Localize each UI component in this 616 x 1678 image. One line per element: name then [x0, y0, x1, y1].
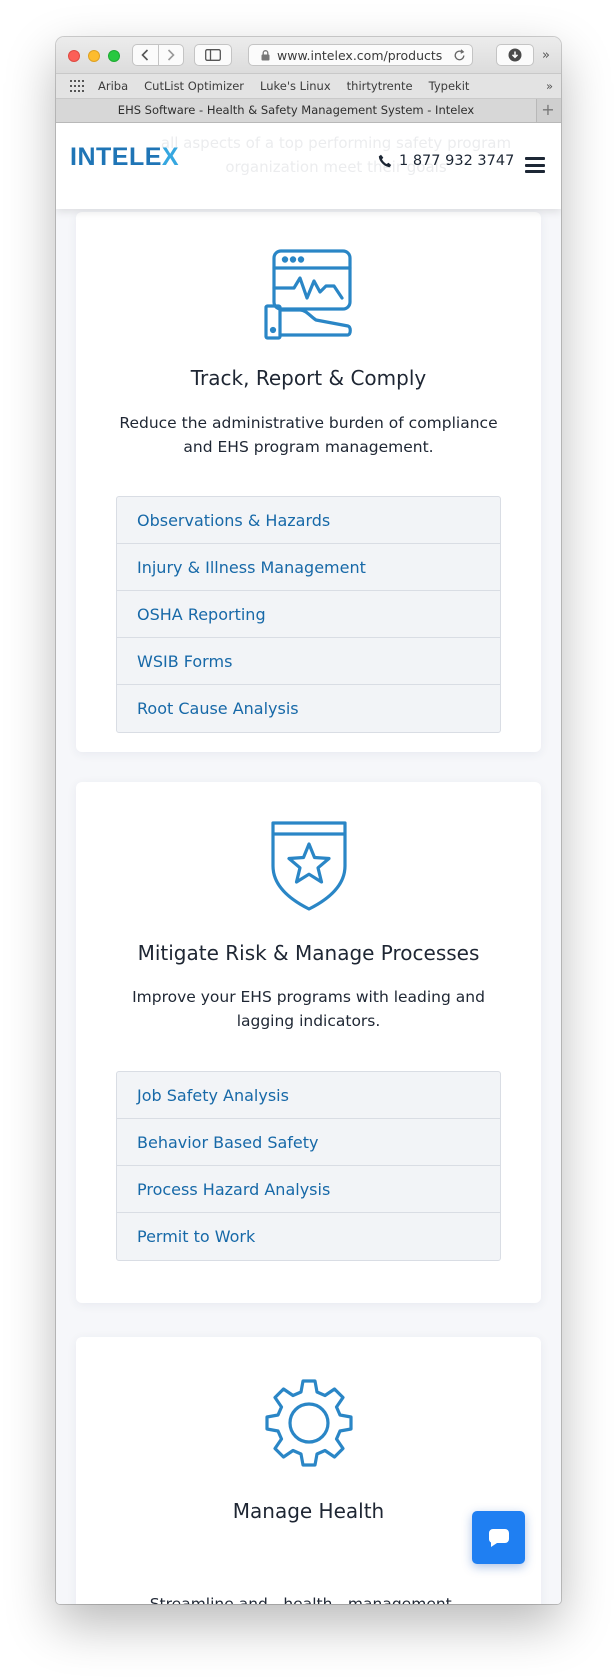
url-text: www.intelex.com/products [277, 47, 443, 63]
card-icon-wrap [76, 820, 541, 912]
menu-button[interactable] [525, 157, 545, 173]
chevron-left-icon [141, 49, 149, 61]
link-permit-to-work[interactable]: Permit to Work [117, 1213, 500, 1260]
phone-icon [378, 154, 392, 168]
link-job-safety-analysis[interactable]: Job Safety Analysis [117, 1072, 500, 1119]
browser-toolbar: www.intelex.com/products » [56, 37, 561, 74]
chat-button[interactable] [472, 1511, 525, 1564]
reload-icon[interactable] [453, 49, 466, 62]
card-link-list: Job Safety Analysis Behavior Based Safet… [116, 1071, 501, 1261]
address-bar[interactable]: www.intelex.com/products [248, 44, 473, 66]
link-wsib-forms[interactable]: WSIB Forms [117, 638, 500, 685]
phone-link[interactable]: 1 877 932 3747 [378, 153, 514, 169]
sidebar-icon [205, 49, 221, 61]
bookmark-lukes-linux[interactable]: Luke's Linux [260, 79, 331, 93]
lock-icon [261, 50, 270, 61]
toolbar-overflow-button[interactable]: » [542, 48, 550, 63]
card-description-partial: Streamline and…health…management… [149, 1595, 468, 1604]
chat-bubble-icon [488, 1528, 509, 1547]
card-manage-health: Manage Health [76, 1337, 541, 1604]
link-process-hazard-analysis[interactable]: Process Hazard Analysis [117, 1166, 500, 1213]
downloads-button[interactable] [496, 44, 534, 66]
card-description: Reduce the administrative burden of comp… [119, 414, 498, 456]
logo-accent: X [161, 143, 180, 171]
apps-grid-icon[interactable] [70, 80, 86, 92]
bookmarks-overflow-button[interactable]: » [546, 79, 553, 93]
bookmarks-bar: Ariba CutList Optimizer Luke's Linux thi… [56, 74, 561, 99]
bookmark-thirtytrente[interactable]: thirtytrente [347, 79, 413, 93]
chevron-right-icon [167, 49, 175, 61]
link-root-cause-analysis[interactable]: Root Cause Analysis [117, 685, 500, 732]
bookmark-ariba[interactable]: Ariba [98, 79, 128, 93]
card-link-list: Observations & Hazards Injury & Illness … [116, 496, 501, 733]
monitor-hand-icon [263, 249, 352, 340]
forward-button[interactable] [157, 45, 183, 65]
bookmark-typekit[interactable]: Typekit [429, 79, 470, 93]
card-title: Mitigate Risk & Manage Processes [137, 941, 480, 965]
link-observations-hazards[interactable]: Observations & Hazards [117, 497, 500, 544]
web-page: all aspects of a top performing safety p… [56, 123, 561, 1604]
card-icon-wrap [76, 1376, 541, 1470]
zoom-window-button[interactable] [108, 50, 120, 62]
tab-active[interactable]: EHS Software - Health & Safety Managemen… [56, 99, 537, 122]
shield-star-icon [270, 821, 347, 911]
phone-number: 1 877 932 3747 [399, 153, 515, 169]
nav-buttons [132, 44, 184, 66]
card-title: Track, Report & Comply [190, 366, 427, 390]
hamburger-icon [525, 157, 545, 160]
logo-text: INTELE [70, 143, 162, 171]
link-osha-reporting[interactable]: OSHA Reporting [117, 591, 500, 638]
browser-window: www.intelex.com/products » Ariba CutList… [56, 37, 561, 1604]
card-icon-wrap [76, 248, 541, 340]
sidebar-toggle-button[interactable] [194, 44, 232, 66]
link-injury-illness-management[interactable]: Injury & Illness Management [117, 544, 500, 591]
download-icon [508, 48, 522, 62]
close-window-button[interactable] [68, 50, 80, 62]
card-mitigate-risk: Mitigate Risk & Manage Processes Improve… [76, 782, 541, 1303]
card-track-report-comply: Track, Report & Comply Reduce the admini… [76, 212, 541, 752]
intelex-logo[interactable]: INTELEX [70, 143, 179, 172]
back-button[interactable] [133, 45, 158, 65]
card-description: Improve your EHS programs with leading a… [132, 988, 485, 1030]
site-header: all aspects of a top performing safety p… [56, 123, 561, 209]
minimize-window-button[interactable] [88, 50, 100, 62]
tab-strip: EHS Software - Health & Safety Managemen… [56, 99, 561, 123]
new-tab-button[interactable]: + [539, 101, 557, 119]
bookmark-cutlist-optimizer[interactable]: CutList Optimizer [144, 79, 244, 93]
link-behavior-based-safety[interactable]: Behavior Based Safety [117, 1119, 500, 1166]
gear-icon [264, 1379, 353, 1467]
